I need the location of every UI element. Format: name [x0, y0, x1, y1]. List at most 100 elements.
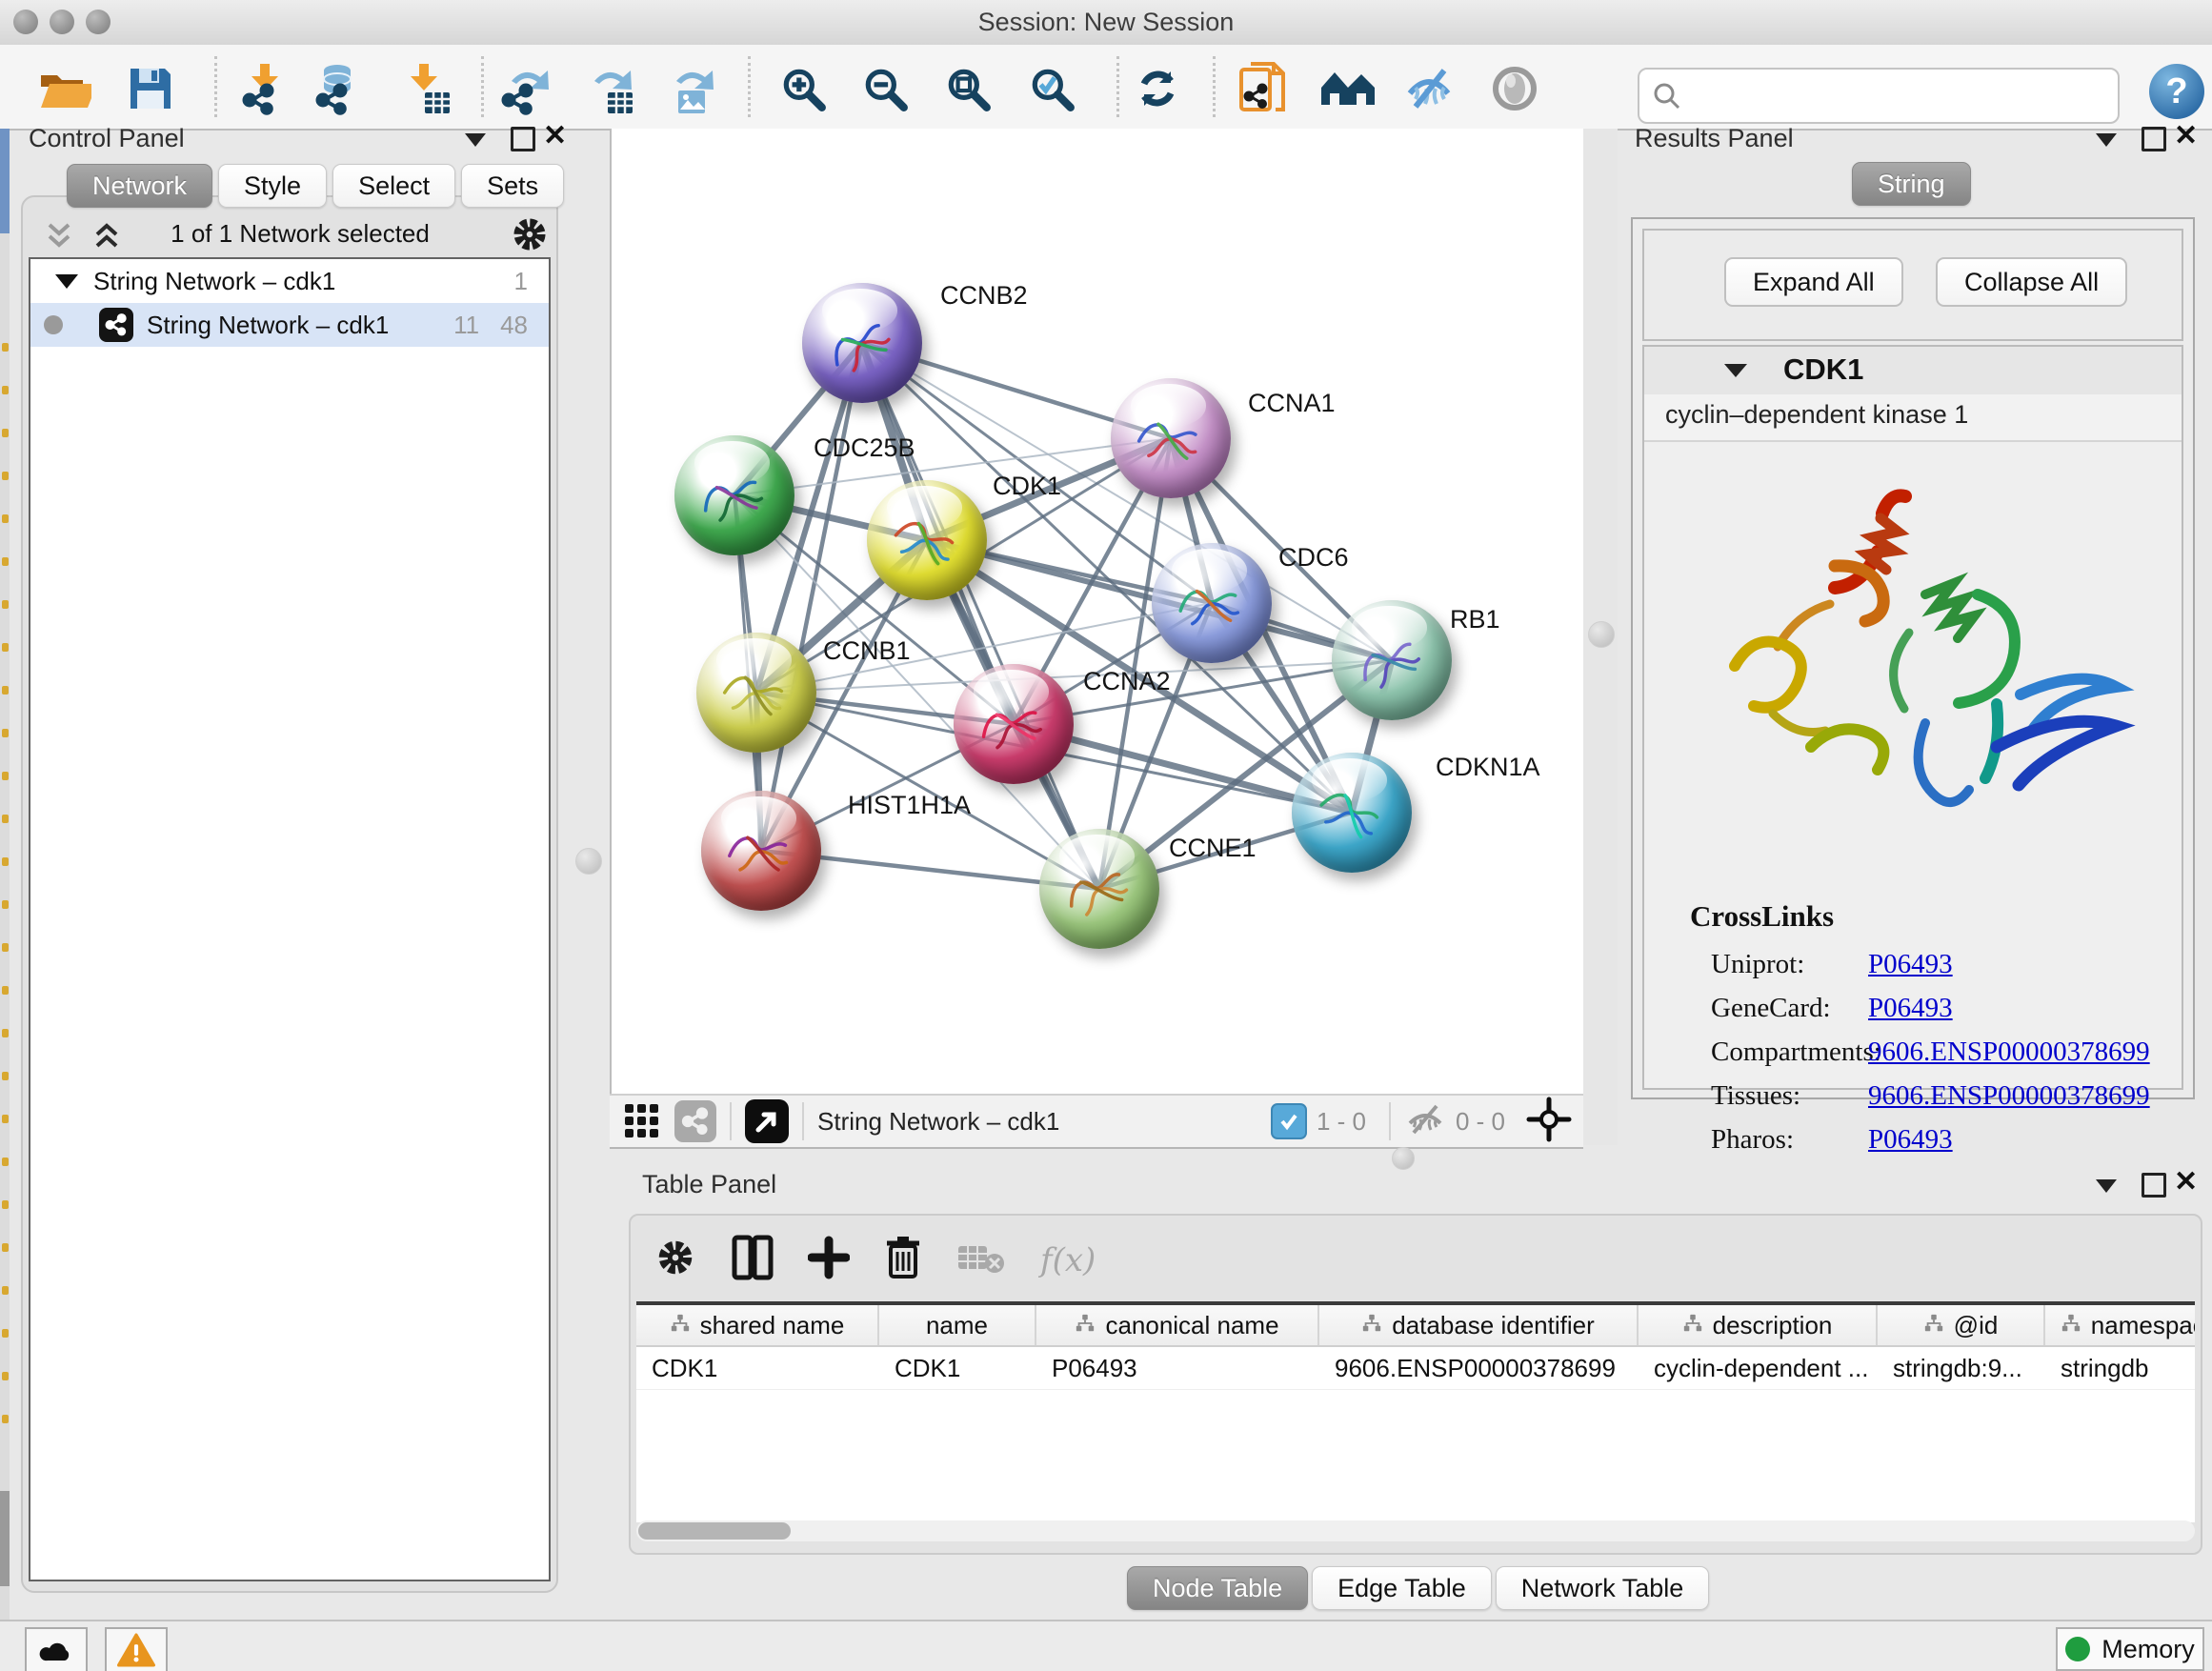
- tab-style[interactable]: Style: [218, 164, 327, 208]
- column-header-shared-name[interactable]: shared name: [636, 1305, 879, 1345]
- crosslink-link[interactable]: P06493: [1868, 993, 1953, 1024]
- import-network-database-icon[interactable]: [311, 58, 372, 119]
- tab-network[interactable]: Network: [67, 164, 212, 208]
- columns-icon[interactable]: [732, 1235, 774, 1285]
- results-panel-close-icon[interactable]: ✕: [2174, 124, 2198, 149]
- table-panel-float-icon[interactable]: [2142, 1173, 2166, 1198]
- table-cell[interactable]: stringdb:9...: [1878, 1347, 2045, 1389]
- column-header-name[interactable]: name: [879, 1305, 1036, 1345]
- cloud-button[interactable]: [25, 1627, 88, 1671]
- node-HIST1H1A[interactable]: [701, 791, 821, 911]
- add-column-icon[interactable]: [808, 1235, 850, 1285]
- export-table-icon[interactable]: [579, 58, 640, 119]
- control-panel-float-icon[interactable]: [511, 127, 535, 151]
- column-label: @id: [1954, 1311, 1999, 1340]
- background-window-fragment: [2, 514, 9, 523]
- node-CCNB2[interactable]: [802, 283, 922, 403]
- expand-all-button[interactable]: Expand All: [1724, 257, 1903, 307]
- import-table-icon[interactable]: [396, 58, 457, 119]
- tab-network-table[interactable]: Network Table: [1496, 1566, 1710, 1610]
- gene-header-row[interactable]: CDK1: [1644, 347, 2182, 396]
- birdseye-view-icon[interactable]: [745, 1099, 789, 1143]
- selected-nodes-checkbox[interactable]: [1271, 1103, 1307, 1139]
- column-header-namespace[interactable]: namespace: [2045, 1305, 2195, 1345]
- column-header-database-identifier[interactable]: database identifier: [1319, 1305, 1639, 1345]
- zoom-selected-icon[interactable]: [1021, 58, 1082, 119]
- zoom-in-icon[interactable]: [773, 58, 834, 119]
- table-cell[interactable]: 9606.ENSP00000378699: [1319, 1347, 1639, 1389]
- node-CCNA2[interactable]: [954, 664, 1074, 784]
- horizontal-scrollbar[interactable]: [636, 1520, 2195, 1541]
- network-tree-row[interactable]: String Network – cdk11148: [30, 303, 549, 347]
- expand-all-icon[interactable]: [88, 217, 126, 260]
- collapse-all-icon[interactable]: [40, 217, 78, 260]
- table-panel-menu-icon[interactable]: [2096, 1179, 2117, 1193]
- column-header-description[interactable]: description: [1639, 1305, 1878, 1345]
- export-network-icon[interactable]: [496, 58, 557, 119]
- table-cell[interactable]: stringdb: [2045, 1347, 2195, 1389]
- table-cell[interactable]: P06493: [1036, 1347, 1319, 1389]
- search-input[interactable]: [1691, 74, 2118, 118]
- help-icon[interactable]: ?: [2149, 64, 2204, 119]
- tab-select[interactable]: Select: [332, 164, 455, 208]
- home-network-icon[interactable]: [1317, 58, 1378, 119]
- node-CDC25B[interactable]: [674, 435, 794, 555]
- refresh-icon[interactable]: [1127, 58, 1188, 119]
- share-network-gray-icon[interactable]: [674, 1100, 716, 1142]
- network-tree-row[interactable]: String Network – cdk11: [30, 259, 549, 303]
- hidden-eye-icon[interactable]: [1404, 1102, 1446, 1141]
- import-network-file-icon[interactable]: [229, 58, 290, 119]
- expand-arrow-icon[interactable]: [55, 274, 78, 289]
- table-splitter-handle[interactable]: [1392, 1147, 1415, 1170]
- zoom-out-icon[interactable]: [855, 58, 915, 119]
- node-CCNA1[interactable]: [1111, 378, 1231, 498]
- control-panel-menu-icon[interactable]: [465, 133, 486, 147]
- memory-button[interactable]: Memory: [2056, 1627, 2204, 1671]
- scrollbar-thumb[interactable]: [638, 1522, 791, 1540]
- table-cell[interactable]: cyclin-dependent ...: [1639, 1347, 1878, 1389]
- control-panel-close-icon[interactable]: ✕: [543, 124, 567, 149]
- column-header-canonical-name[interactable]: canonical name: [1036, 1305, 1319, 1345]
- crosslink-link[interactable]: P06493: [1868, 949, 1953, 980]
- gear-icon[interactable]: [654, 1236, 697, 1284]
- save-session-icon[interactable]: [120, 58, 181, 119]
- results-panel-float-icon[interactable]: [2142, 127, 2166, 151]
- node-CDKN1A[interactable]: [1292, 753, 1412, 873]
- table-panel-close-icon[interactable]: ✕: [2174, 1170, 2198, 1195]
- node-CCNE1[interactable]: [1039, 829, 1159, 949]
- tab-string[interactable]: String: [1852, 162, 1971, 206]
- collapse-gene-icon[interactable]: [1724, 364, 1747, 377]
- results-panel-menu-icon[interactable]: [2096, 133, 2117, 147]
- crosslink-link[interactable]: 9606.ENSP00000378699: [1868, 1037, 2150, 1068]
- right-splitter-handle[interactable]: [1588, 621, 1615, 648]
- hide-unhide-icon[interactable]: [1398, 58, 1459, 119]
- node-CDC6[interactable]: [1152, 543, 1272, 663]
- tab-node-table[interactable]: Node Table: [1127, 1566, 1308, 1610]
- network-canvas[interactable]: CCNB2 CCNA1 CDC25B CDK1 CDC6 RB1: [610, 129, 1585, 1094]
- grid-icon[interactable]: [623, 1100, 661, 1143]
- warning-button[interactable]: [105, 1627, 168, 1671]
- search-box[interactable]: [1638, 68, 2120, 124]
- collapse-all-button[interactable]: Collapse All: [1936, 257, 2127, 307]
- crosslink-link[interactable]: 9606.ENSP00000378699: [1868, 1080, 2150, 1112]
- node-CDK1[interactable]: [867, 480, 987, 600]
- birdseye-sphere-icon[interactable]: [1484, 58, 1545, 119]
- crosslink-link[interactable]: P06493: [1868, 1124, 1953, 1156]
- column-header--id[interactable]: @id: [1878, 1305, 2045, 1345]
- tab-sets[interactable]: Sets: [461, 164, 564, 208]
- table-row[interactable]: CDK1CDK1P064939606.ENSP00000378699cyclin…: [636, 1347, 2195, 1390]
- share-document-icon[interactable]: [1232, 58, 1293, 119]
- table-cell[interactable]: CDK1: [879, 1347, 1036, 1389]
- table-cell[interactable]: CDK1: [636, 1347, 879, 1389]
- node-CCNB1[interactable]: [696, 633, 816, 753]
- tab-edge-table[interactable]: Edge Table: [1312, 1566, 1492, 1610]
- node-label-CCNA2: CCNA2: [1083, 667, 1171, 696]
- network-options-gear-icon[interactable]: [509, 213, 551, 260]
- export-image-icon[interactable]: [661, 58, 722, 119]
- zoom-fit-icon[interactable]: [937, 58, 998, 119]
- node-RB1[interactable]: [1332, 600, 1452, 720]
- crosshair-icon[interactable]: [1526, 1097, 1572, 1147]
- delete-column-icon[interactable]: [884, 1235, 922, 1285]
- left-splitter-handle[interactable]: [575, 848, 602, 875]
- open-session-icon[interactable]: [34, 58, 95, 119]
